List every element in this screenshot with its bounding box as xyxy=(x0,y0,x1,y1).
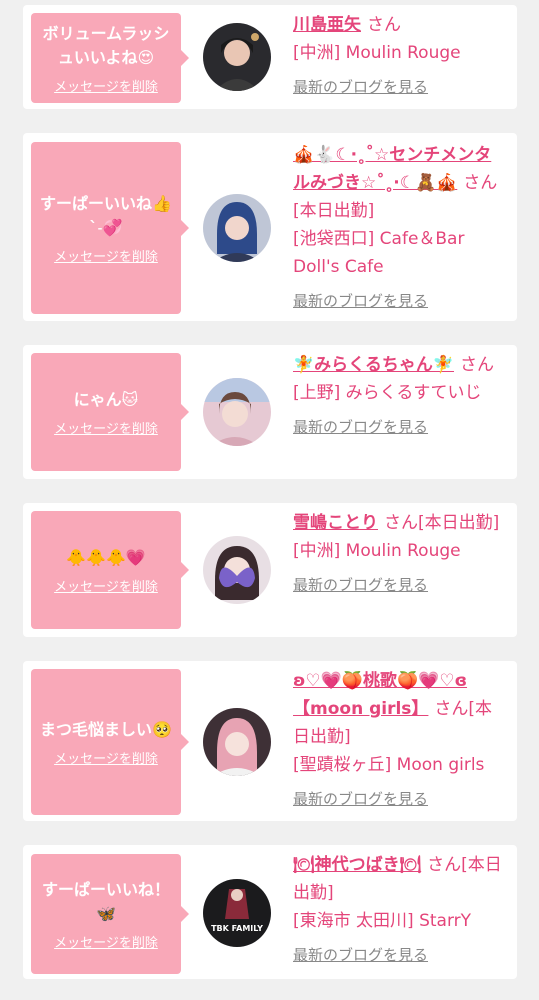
girl-info: 🍽神代つばき🍽 さん[本日出勤] [東海市 太田川] StarrY 最新のブログを… xyxy=(293,851,507,969)
message-text: すーぱーいいね！🦋 xyxy=(41,879,170,923)
delete-message-link[interactable]: メッセージを削除 xyxy=(54,932,158,951)
girl-name-link[interactable]: 🎪🐇☾·˳˚☆センチメンタルみづき☆˚˳·☾🧸🎪 xyxy=(293,145,491,193)
avatar[interactable] xyxy=(203,536,271,604)
avatar-logo-text: TBK FAMILY xyxy=(211,924,263,933)
idol-photo-avatar-icon xyxy=(203,378,271,446)
shop-name: [中洲] Moulin Rouge xyxy=(293,541,461,561)
latest-blog-link[interactable]: 最新のブログを見る xyxy=(293,941,507,969)
message-card: すーぱーいいね👍 ˋ˗💞 メッセージを削除 🎪🐇☾·˳˚☆センチメンタルみづき☆… xyxy=(23,133,517,321)
girl-info: 🧚みらくるちゃん🧚 さん [上野] みらくるすていじ 最新のブログを見る xyxy=(293,351,507,441)
message-card: にゃん🐱 メッセージを削除 🧚みらくるちゃん🧚 さん [上野] みらくるすていじ … xyxy=(23,345,517,479)
delete-message-link[interactable]: メッセージを削除 xyxy=(54,748,158,767)
girl-name-link[interactable]: 川島亜矢 xyxy=(293,15,361,35)
honorific: さん xyxy=(460,355,494,375)
message-text: まつ毛悩ましい🥺 xyxy=(40,719,172,739)
message-text: 🐥🐥🐥💗 xyxy=(66,547,146,567)
message-bubble: 🐥🐥🐥💗 メッセージを削除 xyxy=(31,511,189,629)
girl-name-link[interactable]: 雪嶋ことり xyxy=(293,513,378,533)
honorific: さん xyxy=(427,855,462,875)
latest-blog-link[interactable]: 最新のブログを見る xyxy=(293,785,507,813)
honorific: さん xyxy=(434,699,469,719)
shop-name: [東海市 太田川] StarrY xyxy=(293,911,472,931)
message-card: すーぱーいいね！🦋 メッセージを削除 TBK FAMILY 🍽神代つばき🍽 さん [… xyxy=(23,845,517,979)
latest-blog-link[interactable]: 最新のブログを見る xyxy=(293,571,507,599)
message-text: すーぱーいいね👍 ˋ˗💞 xyxy=(40,193,172,237)
honorific: さん xyxy=(463,173,498,193)
butterfly-face-avatar-icon xyxy=(203,536,271,604)
girl-name-link[interactable]: 🍽神代つばき🍽 xyxy=(293,855,421,875)
girl-info: 雪嶋ことり さん[本日出勤] [中洲] Moulin Rouge 最新のブログを見… xyxy=(293,509,507,599)
message-text: ボリュームラッシュいいよね😍 xyxy=(42,23,170,67)
girl-info: ʚ♡💗🍑桃歌🍑💗♡ɞ【moon girls】 さん[本日出勤] [聖蹟桜ヶ丘] M… xyxy=(293,667,507,813)
delete-message-link[interactable]: メッセージを削除 xyxy=(54,418,158,437)
latest-blog-link[interactable]: 最新のブログを見る xyxy=(293,287,507,315)
girl-info: 🎪🐇☾·˳˚☆センチメンタルみづき☆˚˳·☾🧸🎪 さん [本日出勤] [池袋西口] … xyxy=(293,141,507,315)
message-bubble: すーぱーいいね！🦋 メッセージを削除 xyxy=(31,854,189,974)
message-card: 🐥🐥🐥💗 メッセージを削除 雪嶋ことり さん[本日出勤] [中洲] Moulin … xyxy=(23,503,517,637)
message-bubble: にゃん🐱 メッセージを削除 xyxy=(31,353,189,471)
honorific: さん xyxy=(367,15,401,35)
message-card: ボリュームラッシュいいよね😍 メッセージを削除 川島亜矢 さん [中洲] Moul… xyxy=(23,5,517,109)
message-text: にゃん🐱 xyxy=(73,389,139,409)
blue-hair-avatar-icon xyxy=(203,194,271,262)
honorific: さん xyxy=(384,513,418,533)
pink-hair-avatar-icon xyxy=(203,708,271,776)
message-bubble: まつ毛悩ましい🥺 メッセージを削除 xyxy=(31,669,189,815)
girl-info: 川島亜矢 さん [中洲] Moulin Rouge 最新のブログを見る xyxy=(293,11,507,101)
delete-message-link[interactable]: メッセージを削除 xyxy=(54,576,158,595)
delete-message-link[interactable]: メッセージを削除 xyxy=(54,76,158,95)
delete-message-link[interactable]: メッセージを削除 xyxy=(54,246,158,265)
avatar[interactable] xyxy=(203,378,271,446)
shop-name: [上野] みらくるすていじ xyxy=(293,383,482,403)
tbk-family-avatar-icon: TBK FAMILY xyxy=(203,879,271,947)
message-bubble: ボリュームラッシュいいよね😍 メッセージを削除 xyxy=(31,13,189,103)
avatar[interactable] xyxy=(203,708,271,776)
avatar[interactable] xyxy=(203,194,271,262)
shop-name: [池袋西口] Cafe＆Bar Doll's Cafe xyxy=(293,229,465,277)
message-card: まつ毛悩ましい🥺 メッセージを削除 ʚ♡💗🍑桃歌🍑💗♡ɞ【moon girls】… xyxy=(23,661,517,821)
avatar[interactable]: TBK FAMILY xyxy=(203,879,271,947)
shop-name: [聖蹟桜ヶ丘] Moon girls xyxy=(293,755,485,775)
work-status: [本日出勤] xyxy=(418,513,500,533)
work-status: [本日出勤] xyxy=(293,201,375,221)
latest-blog-link[interactable]: 最新のブログを見る xyxy=(293,413,507,441)
woman-photo-avatar-icon xyxy=(203,23,271,91)
latest-blog-link[interactable]: 最新のブログを見る xyxy=(293,73,507,101)
shop-name: [中洲] Moulin Rouge xyxy=(293,43,461,63)
message-bubble: すーぱーいいね👍 ˋ˗💞 メッセージを削除 xyxy=(31,142,189,314)
girl-name-link[interactable]: 🧚みらくるちゃん🧚 xyxy=(293,355,454,375)
avatar[interactable] xyxy=(203,23,271,91)
